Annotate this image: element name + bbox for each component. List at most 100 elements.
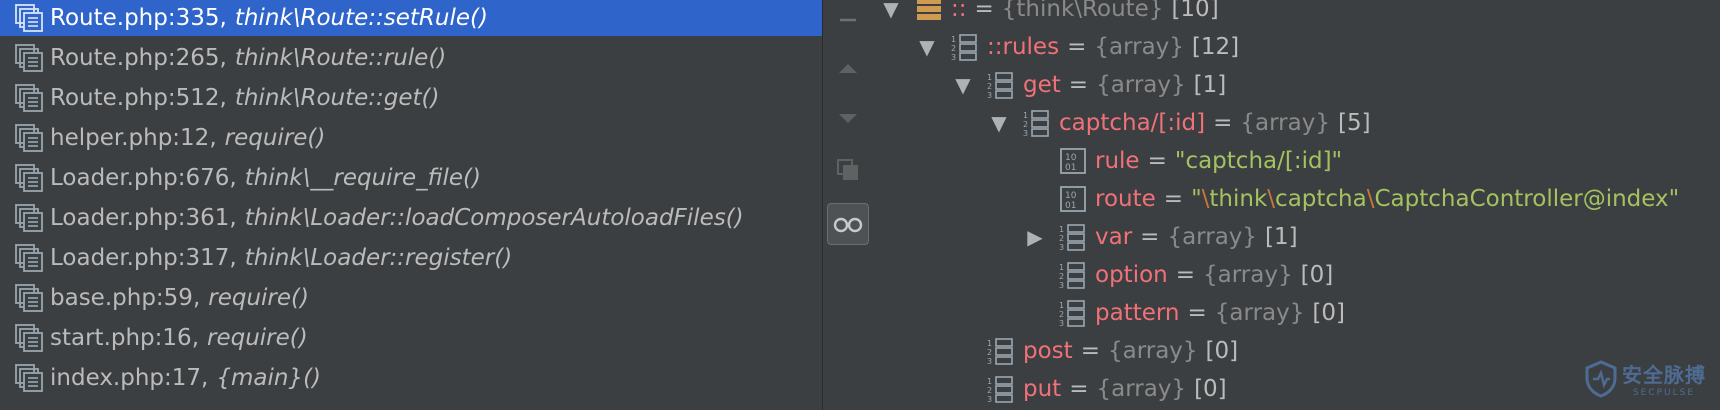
- frame-separator: ,: [219, 85, 227, 111]
- array-icon: 123: [951, 33, 979, 61]
- copy-button[interactable]: [828, 150, 868, 190]
- frame-method: think\Loader::loadComposerAutoloadFiles(…: [244, 205, 744, 231]
- frame-separator: ,: [192, 285, 201, 311]
- variable-name: ::rules: [987, 34, 1060, 60]
- variable-count: [1]: [1193, 72, 1227, 98]
- equals-sign: =: [1147, 148, 1167, 174]
- variable-name: put: [1023, 376, 1062, 402]
- frame-separator: ,: [229, 205, 237, 231]
- frame-separator: ,: [229, 245, 237, 271]
- string-part: captcha: [1275, 186, 1367, 212]
- frame-file: Route.php:335: [50, 5, 220, 31]
- watermark-subtitle: SECPULSE: [1632, 388, 1696, 398]
- variable-type: {array}: [1094, 34, 1184, 60]
- up-arrow-icon: [839, 64, 857, 73]
- variable-type: {array}: [1203, 262, 1293, 288]
- frame-row[interactable]: Loader.php:676, think\__require_file(): [0, 160, 822, 196]
- variable-type: {array}: [1240, 110, 1330, 136]
- variable-name: var: [1095, 224, 1133, 250]
- frame-row[interactable]: Route.php:512, think\Route::get(): [0, 80, 822, 116]
- equals-sign: =: [1175, 262, 1196, 288]
- glasses-icon: [833, 217, 863, 233]
- variable-type: {array}: [1107, 338, 1198, 364]
- variable-row-option[interactable]: 123 option = {array} [0]: [1059, 257, 1333, 293]
- variable-row-put[interactable]: 123 put = {array} [0]: [987, 371, 1227, 407]
- collapse-arrow-icon[interactable]: ▼: [987, 111, 1011, 135]
- frame-row[interactable]: helper.php:12, require(): [0, 120, 822, 156]
- variable-count: [0]: [1300, 262, 1334, 288]
- svg-text:2: 2: [987, 386, 992, 395]
- frame-row[interactable]: Loader.php:317, think\Loader::register(): [0, 240, 822, 276]
- watermark: 安全脉搏 SECPULSE: [1584, 359, 1706, 398]
- svg-text:1: 1: [987, 377, 992, 386]
- variable-row-captcha[interactable]: ▼ 123 captcha/[:id] = {array} [5]: [987, 105, 1370, 141]
- frame-row[interactable]: index.php:17, {main}(): [0, 360, 822, 396]
- collapse-arrow-icon[interactable]: ▼: [915, 35, 939, 59]
- variable-row-var[interactable]: ▶ 123 var = {array} [1]: [1023, 219, 1297, 255]
- svg-text:1: 1: [951, 35, 956, 44]
- frame-stack-icon: [14, 320, 48, 356]
- svg-text:3: 3: [1059, 319, 1064, 327]
- frame-row[interactable]: Loader.php:361, think\Loader::loadCompose…: [0, 200, 822, 236]
- svg-text:01: 01: [1065, 201, 1076, 211]
- svg-text:1: 1: [1059, 263, 1064, 272]
- variable-type: {array}: [1214, 300, 1305, 326]
- collapse-arrow-icon[interactable]: ▼: [951, 73, 975, 97]
- variable-row-root[interactable]: ▼ :: = {think\Route} [10]: [879, 0, 1219, 27]
- variable-row-pattern[interactable]: 123 pattern = {array} [0]: [1059, 295, 1345, 331]
- variable-row-rule[interactable]: 10 01 rule = "captcha/[:id]": [1059, 143, 1342, 179]
- svg-text:1: 1: [1059, 225, 1064, 234]
- string-value-icon: 10 01: [1059, 147, 1087, 175]
- escape-backslash: \: [1267, 186, 1276, 212]
- frame-method: require(): [224, 125, 326, 151]
- move-up-button[interactable]: [828, 48, 868, 88]
- shield-icon: [1585, 359, 1617, 398]
- minus-button[interactable]: [828, 0, 868, 36]
- svg-text:1: 1: [1023, 111, 1028, 120]
- variable-row-get[interactable]: ▼ 123 get = {array} [1]: [951, 67, 1226, 103]
- frame-separator: ,: [209, 125, 217, 151]
- frame-separator: ,: [229, 165, 237, 191]
- down-arrow-icon: [839, 114, 857, 123]
- array-icon: 123: [1059, 299, 1087, 327]
- frame-stack-icon: [14, 0, 48, 36]
- frame-row[interactable]: start.php:16, require(): [0, 320, 822, 356]
- frame-stack-icon: [14, 160, 48, 196]
- frame-row[interactable]: base.php:59, require(): [0, 280, 822, 316]
- variables-panel: ▼ :: = {think\Route} [10] ▼ 123 ::rules …: [873, 0, 1720, 410]
- frame-separator: ,: [219, 5, 227, 31]
- frame-row[interactable]: Route.php:265, think\Route::rule(): [0, 40, 822, 76]
- expand-arrow-icon[interactable]: ▶: [1023, 225, 1047, 249]
- collapse-arrow-icon[interactable]: ▼: [879, 0, 903, 21]
- array-icon: 123: [987, 375, 1015, 403]
- array-icon: 123: [1059, 261, 1087, 289]
- svg-text:2: 2: [1059, 272, 1064, 281]
- string-value-icon: 10 01: [1059, 185, 1087, 213]
- svg-text:3: 3: [987, 357, 992, 365]
- variable-type: {array}: [1096, 376, 1187, 402]
- variable-name: captcha/[:id]: [1059, 110, 1206, 136]
- array-icon: 123: [987, 71, 1015, 99]
- string-part: think: [1209, 186, 1268, 212]
- equals-sign: =: [1140, 224, 1160, 250]
- variable-row-post[interactable]: 123 post = {array} [0]: [987, 333, 1238, 369]
- equals-sign: =: [1213, 110, 1233, 136]
- frame-row[interactable]: Route.php:335, think\Route::setRule(): [0, 0, 822, 36]
- frame-method: {main}(): [216, 365, 322, 391]
- variable-row-rules[interactable]: ▼ 123 ::rules = {array} [12]: [915, 29, 1239, 65]
- svg-text:10: 10: [1065, 191, 1077, 201]
- frame-separator: ,: [201, 365, 209, 391]
- equals-sign: =: [1080, 338, 1100, 364]
- variable-count: [0]: [1205, 338, 1239, 364]
- watch-toggle-button[interactable]: [827, 203, 869, 245]
- frame-stack-icon: [14, 360, 48, 396]
- frame-stack-icon: [14, 280, 48, 316]
- string-part: CaptchaController@index": [1374, 186, 1680, 212]
- move-down-button[interactable]: [828, 98, 868, 138]
- watermark-title: 安全脉搏: [1622, 363, 1706, 387]
- frame-stack-icon: [14, 240, 48, 276]
- svg-text:10: 10: [1065, 153, 1077, 163]
- variable-row-route[interactable]: 10 01 route = "\think\captcha\CaptchaCont…: [1059, 181, 1679, 217]
- variable-type: {array}: [1096, 72, 1186, 98]
- svg-text:2: 2: [1059, 310, 1064, 319]
